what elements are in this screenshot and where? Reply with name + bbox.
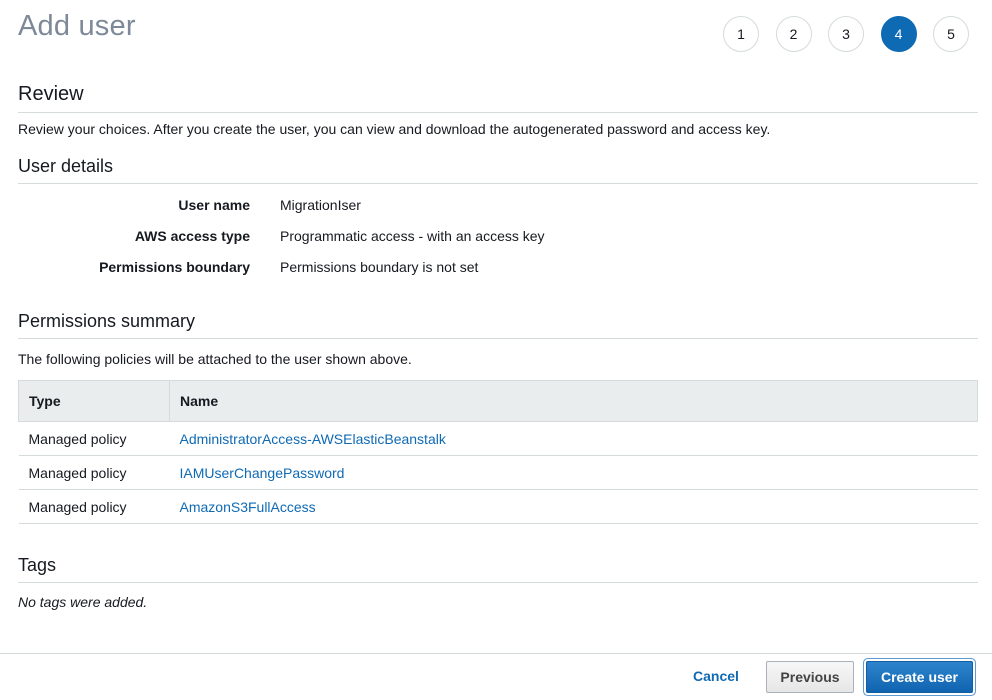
- review-section: Review: [18, 83, 978, 113]
- column-header-name[interactable]: Name: [169, 380, 978, 422]
- column-header-type[interactable]: Type: [18, 380, 170, 422]
- policy-link[interactable]: AmazonS3FullAccess: [180, 499, 316, 515]
- table-row: Managed policy AdministratorAccess-AWSEl…: [18, 421, 978, 456]
- detail-value: Programmatic access - with an access key: [280, 228, 545, 244]
- permissions-section: Permissions summary: [18, 311, 978, 339]
- cancel-button[interactable]: Cancel: [693, 668, 739, 684]
- detail-label: AWS access type: [134, 228, 250, 244]
- policy-type: Managed policy: [18, 421, 170, 456]
- table-header-row: Type Name: [18, 380, 978, 422]
- previous-button[interactable]: Previous: [766, 661, 854, 693]
- step-4-active[interactable]: 4: [880, 16, 917, 52]
- footer-divider: [0, 653, 992, 654]
- user-details-section: User details: [18, 156, 978, 184]
- policy-link[interactable]: IAMUserChangePassword: [180, 465, 345, 481]
- step-1[interactable]: 1: [723, 16, 759, 52]
- tags-section: Tags: [18, 555, 978, 583]
- step-3[interactable]: 3: [828, 16, 864, 52]
- user-details-heading: User details: [18, 156, 978, 184]
- create-user-button[interactable]: Create user: [866, 661, 973, 693]
- policies-table: Type Name Managed policy AdministratorAc…: [18, 380, 978, 524]
- table-row: Managed policy IAMUserChangePassword: [18, 455, 978, 490]
- detail-value: MigrationIser: [280, 197, 361, 213]
- step-2[interactable]: 2: [775, 16, 812, 52]
- review-heading: Review: [18, 83, 978, 113]
- page-title: Add user: [18, 10, 136, 42]
- wizard-steps: 1 2 3 4 5: [723, 16, 969, 52]
- policy-link[interactable]: AdministratorAccess-AWSElasticBeanstalk: [180, 431, 446, 447]
- table-row: Managed policy AmazonS3FullAccess: [18, 489, 978, 524]
- step-5[interactable]: 5: [933, 16, 969, 52]
- permissions-heading: Permissions summary: [18, 311, 978, 339]
- detail-value: Permissions boundary is not set: [280, 259, 479, 275]
- review-description: Review your choices. After you create th…: [18, 121, 771, 137]
- policy-type: Managed policy: [18, 489, 170, 524]
- detail-label: Permissions boundary: [99, 259, 250, 275]
- permissions-description: The following policies will be attached …: [18, 351, 412, 367]
- tags-heading: Tags: [18, 555, 978, 583]
- tags-empty-text: No tags were added.: [18, 594, 148, 610]
- policy-type: Managed policy: [18, 455, 170, 490]
- detail-label: User name: [178, 197, 250, 213]
